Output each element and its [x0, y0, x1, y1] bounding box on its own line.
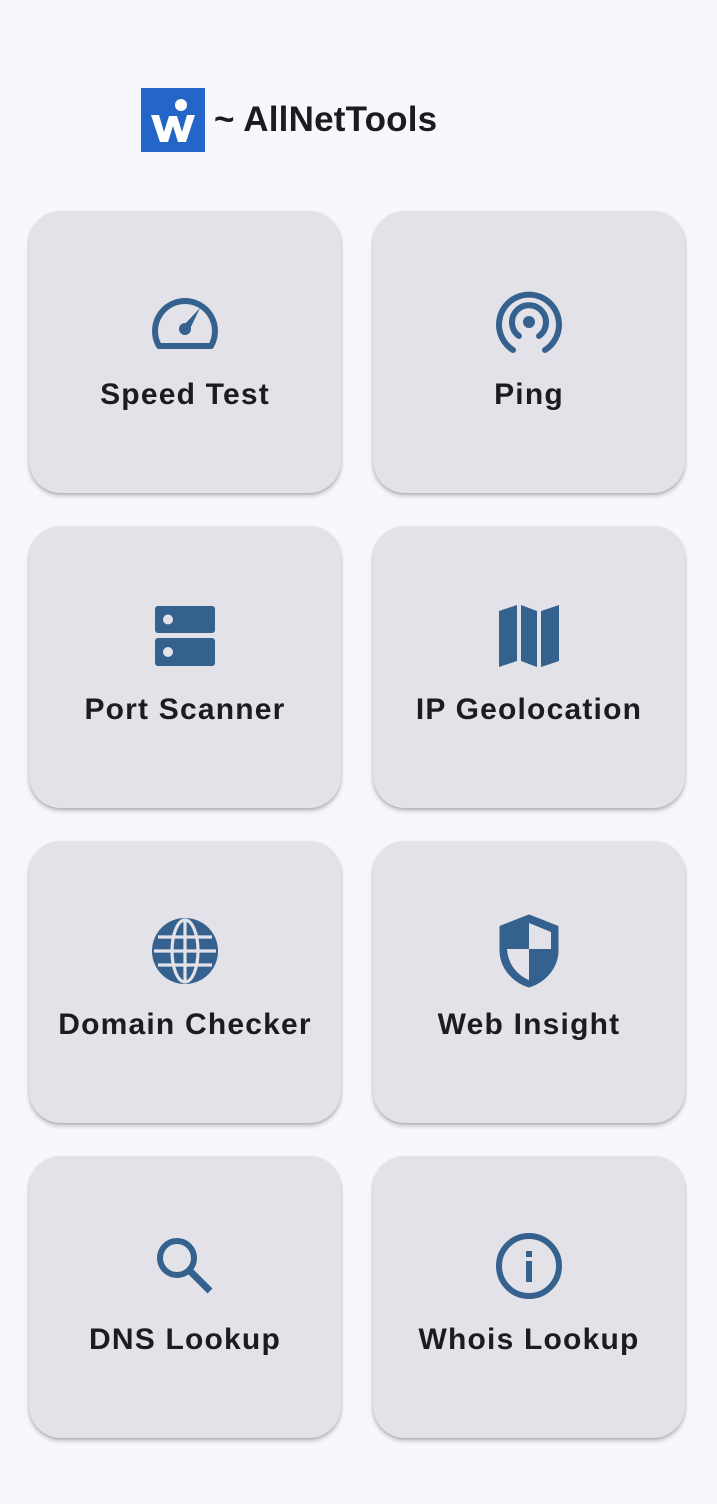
ip-geolocation-card[interactable]: IP Geolocation [373, 526, 685, 808]
search-icon [149, 1230, 221, 1302]
dns-lookup-label: DNS Lookup [89, 1323, 281, 1356]
speed-test-card[interactable]: Speed Test [29, 211, 341, 493]
broadcast-icon [493, 285, 565, 357]
tools-grid: Speed Test Ping Port Scanner IP Geolocat… [29, 211, 685, 1438]
app-screen: ~ AllNetTools Speed Test Ping Port Scann… [0, 0, 717, 1504]
app-title: ~ AllNetTools [214, 100, 438, 139]
map-icon [493, 600, 565, 672]
web-insight-label: Web Insight [437, 1008, 621, 1041]
ip-geolocation-label: IP Geolocation [415, 693, 643, 726]
allnettools-logo-icon [141, 88, 205, 152]
ping-card[interactable]: Ping [373, 211, 685, 493]
app-header: ~ AllNetTools [141, 88, 437, 152]
whois-lookup-label: Whois Lookup [418, 1323, 640, 1356]
speedometer-icon [149, 285, 221, 357]
domain-checker-label: Domain Checker [58, 1008, 312, 1041]
ping-label: Ping [494, 378, 564, 411]
whois-lookup-card[interactable]: Whois Lookup [373, 1156, 685, 1438]
domain-checker-card[interactable]: Domain Checker [29, 841, 341, 1123]
port-scanner-label: Port Scanner [84, 693, 286, 726]
web-insight-card[interactable]: Web Insight [373, 841, 685, 1123]
dns-lookup-card[interactable]: DNS Lookup [29, 1156, 341, 1438]
speed-test-label: Speed Test [100, 378, 270, 411]
port-scanner-card[interactable]: Port Scanner [29, 526, 341, 808]
globe-icon [149, 915, 221, 987]
shield-icon [493, 914, 565, 988]
info-icon [493, 1230, 565, 1302]
server-icon [149, 600, 221, 672]
